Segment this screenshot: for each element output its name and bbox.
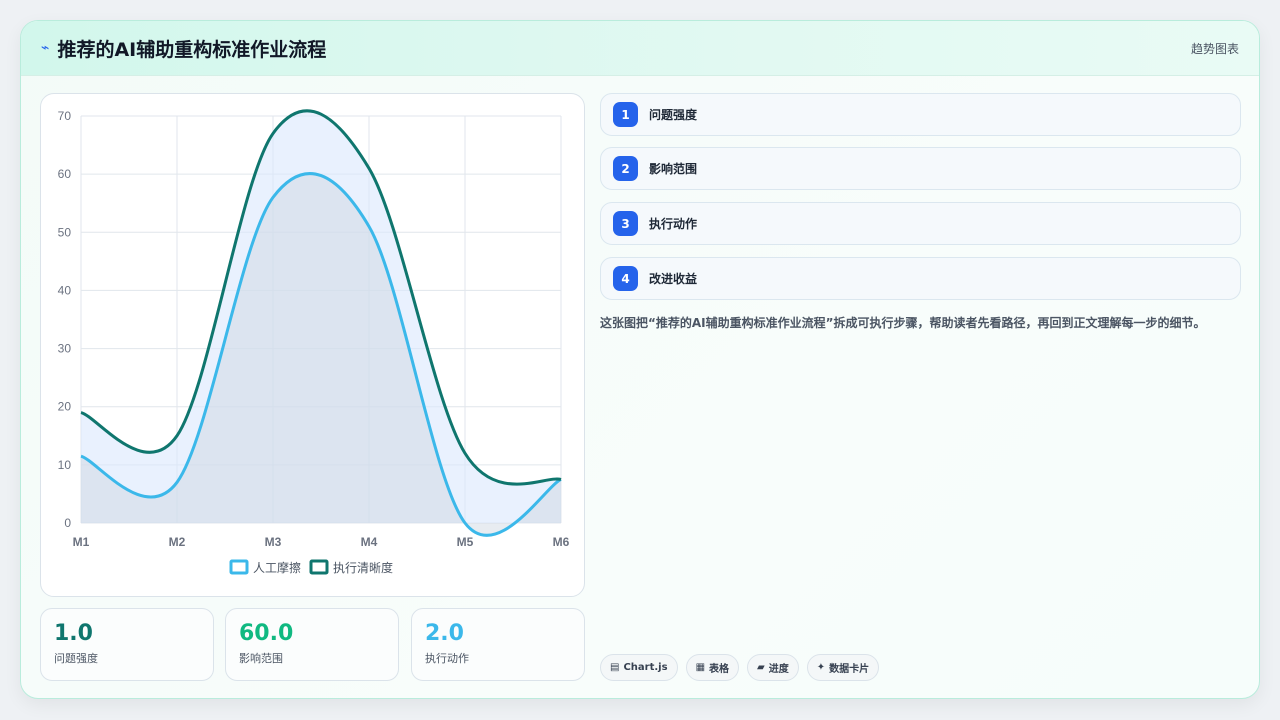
stat-value: 2.0 <box>425 621 464 646</box>
step-description: 这张图把“推荐的AI辅助重构标准作业流程”拆成可执行步骤，帮助读者先看路径，再回… <box>600 316 1206 330</box>
y-tick-label: 20 <box>58 400 72 414</box>
x-tick-label: M6 <box>553 535 570 549</box>
chip-label: Chart.js <box>623 662 668 673</box>
y-tick-label: 70 <box>58 109 72 123</box>
stat-card-1: 1.0 问题强度 <box>40 608 214 681</box>
legend-label: 执行清晰度 <box>333 560 393 575</box>
step-number-badge: 3 <box>613 211 638 236</box>
main-card: ⌁ 推荐的AI辅助重构标准作业流程 趋势图表 0 10 20 30 40 50 60 70 M1… <box>20 20 1260 699</box>
table-icon: ▦ <box>695 662 706 673</box>
line-chart: 0 10 20 30 40 50 60 70 M1 M2 M3 M4 M5 M6 人工摩擦 执行清晰度 <box>58 109 570 575</box>
step-item-3[interactable]: 3 执行动作 <box>600 202 1241 245</box>
step-label: 执行动作 <box>649 217 698 231</box>
step-item-4[interactable]: 4 改进收益 <box>600 257 1241 300</box>
x-tick-label: M4 <box>361 535 378 549</box>
legend-label: 人工摩擦 <box>253 560 301 575</box>
x-tick-label: M3 <box>265 535 282 549</box>
y-tick-label: 50 <box>58 225 72 239</box>
chip-label: 进度 <box>768 664 789 675</box>
stat-label: 影响范围 <box>239 652 283 665</box>
step-number-badge: 1 <box>613 102 638 127</box>
chip-progress[interactable]: ▰ 进度 <box>747 654 799 681</box>
card-header: ⌁ 推荐的AI辅助重构标准作业流程 趋势图表 <box>21 21 1259 76</box>
chip-label: 数据卡片 <box>829 664 870 675</box>
header-tag: 趋势图表 <box>1190 41 1239 56</box>
chip-label: 表格 <box>709 664 730 675</box>
chip-chartjs[interactable]: ▤ Chart.js <box>600 654 678 681</box>
legend-swatch <box>229 559 249 575</box>
step-label: 影响范围 <box>649 162 698 176</box>
stat-label: 执行动作 <box>425 652 469 665</box>
chip-row: ▤ Chart.js ▦ 表格 ▰ 进度 ✦ 数据卡片 <box>600 654 880 681</box>
chip-data-card[interactable]: ✦ 数据卡片 <box>806 654 880 681</box>
x-tick-label: M2 <box>169 535 186 549</box>
step-number-badge: 2 <box>613 156 638 181</box>
chip-table[interactable]: ▦ 表格 <box>685 654 740 681</box>
step-number-badge: 4 <box>613 266 638 291</box>
trend-icon: ⌁ <box>41 40 50 56</box>
y-tick-label: 60 <box>58 167 72 181</box>
page-title: 推荐的AI辅助重构标准作业流程 <box>57 38 327 61</box>
step-label: 问题强度 <box>649 108 698 122</box>
x-tick-label: M1 <box>73 535 90 549</box>
y-tick-label: 30 <box>58 342 72 356</box>
stat-value: 1.0 <box>54 621 93 646</box>
x-tick-label: M5 <box>457 535 474 549</box>
step-item-2[interactable]: 2 影响范围 <box>600 147 1241 190</box>
y-tick-label: 40 <box>58 283 72 297</box>
stat-card-3: 2.0 执行动作 <box>411 608 585 681</box>
legend-swatch <box>309 559 329 575</box>
stat-card-2: 60.0 影响范围 <box>225 608 399 681</box>
stat-label: 问题强度 <box>54 652 98 665</box>
y-tick-label: 10 <box>58 458 72 472</box>
stat-value: 60.0 <box>239 621 294 646</box>
step-item-1[interactable]: 1 问题强度 <box>600 93 1241 136</box>
chart-panel: 0 10 20 30 40 50 60 70 M1 M2 M3 M4 M5 M6 人工摩擦 执行清晰度 <box>40 93 585 597</box>
sparkle-icon: ✦ <box>816 662 826 673</box>
progress-icon: ▰ <box>757 662 765 673</box>
chart-icon: ▤ <box>610 662 620 673</box>
step-label: 改进收益 <box>649 272 698 286</box>
y-tick-label: 0 <box>64 516 71 530</box>
